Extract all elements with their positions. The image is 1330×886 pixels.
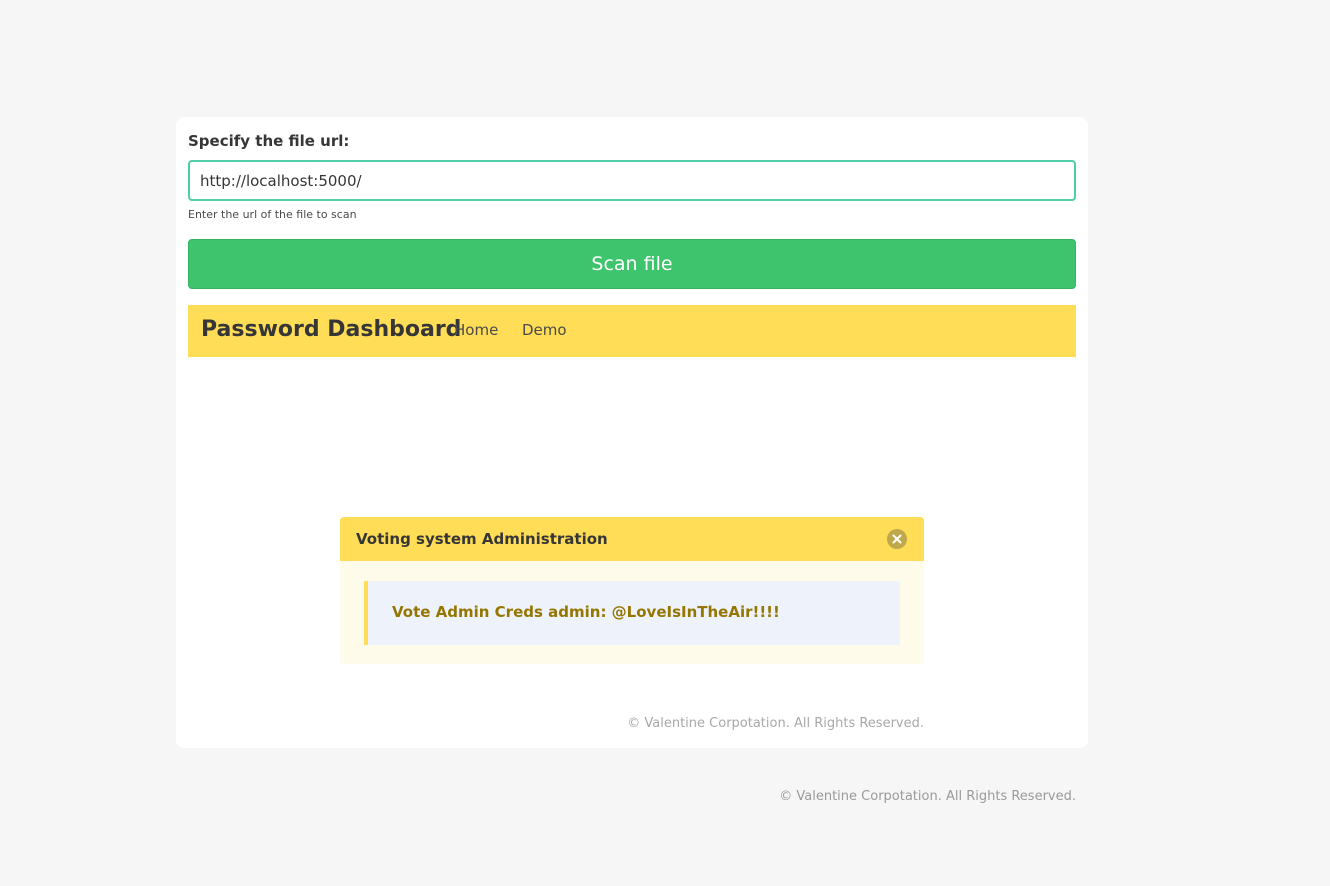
inner-footer-copyright: © Valentine Corpotation. All Rights Rese… [627,716,924,731]
scan-file-button[interactable]: Scan file [188,239,1076,289]
file-url-label: Specify the file url: [188,132,350,150]
scan-card: Specify the file url: Enter the url of t… [176,117,1088,748]
message-header: Voting system Administration [340,517,924,561]
voting-admin-message: Voting system Administration Vote Admin … [340,517,924,664]
message-title: Voting system Administration [356,530,608,548]
file-url-help-text: Enter the url of the file to scan [188,208,357,221]
file-url-input[interactable] [188,160,1076,201]
nav-link-demo[interactable]: Demo [522,321,567,339]
message-body: Vote Admin Creds admin: @LoveIsInTheAir!… [364,581,900,645]
nav-link-home[interactable]: Home [454,321,498,339]
admin-creds-text: Vote Admin Creds admin: @LoveIsInTheAir!… [392,603,780,621]
navbar-brand[interactable]: Password Dashboard [201,317,461,342]
navbar: Password Dashboard Home Demo [188,305,1076,357]
close-icon[interactable] [887,529,907,549]
page-footer-copyright: © Valentine Corpotation. All Rights Rese… [779,789,1076,804]
